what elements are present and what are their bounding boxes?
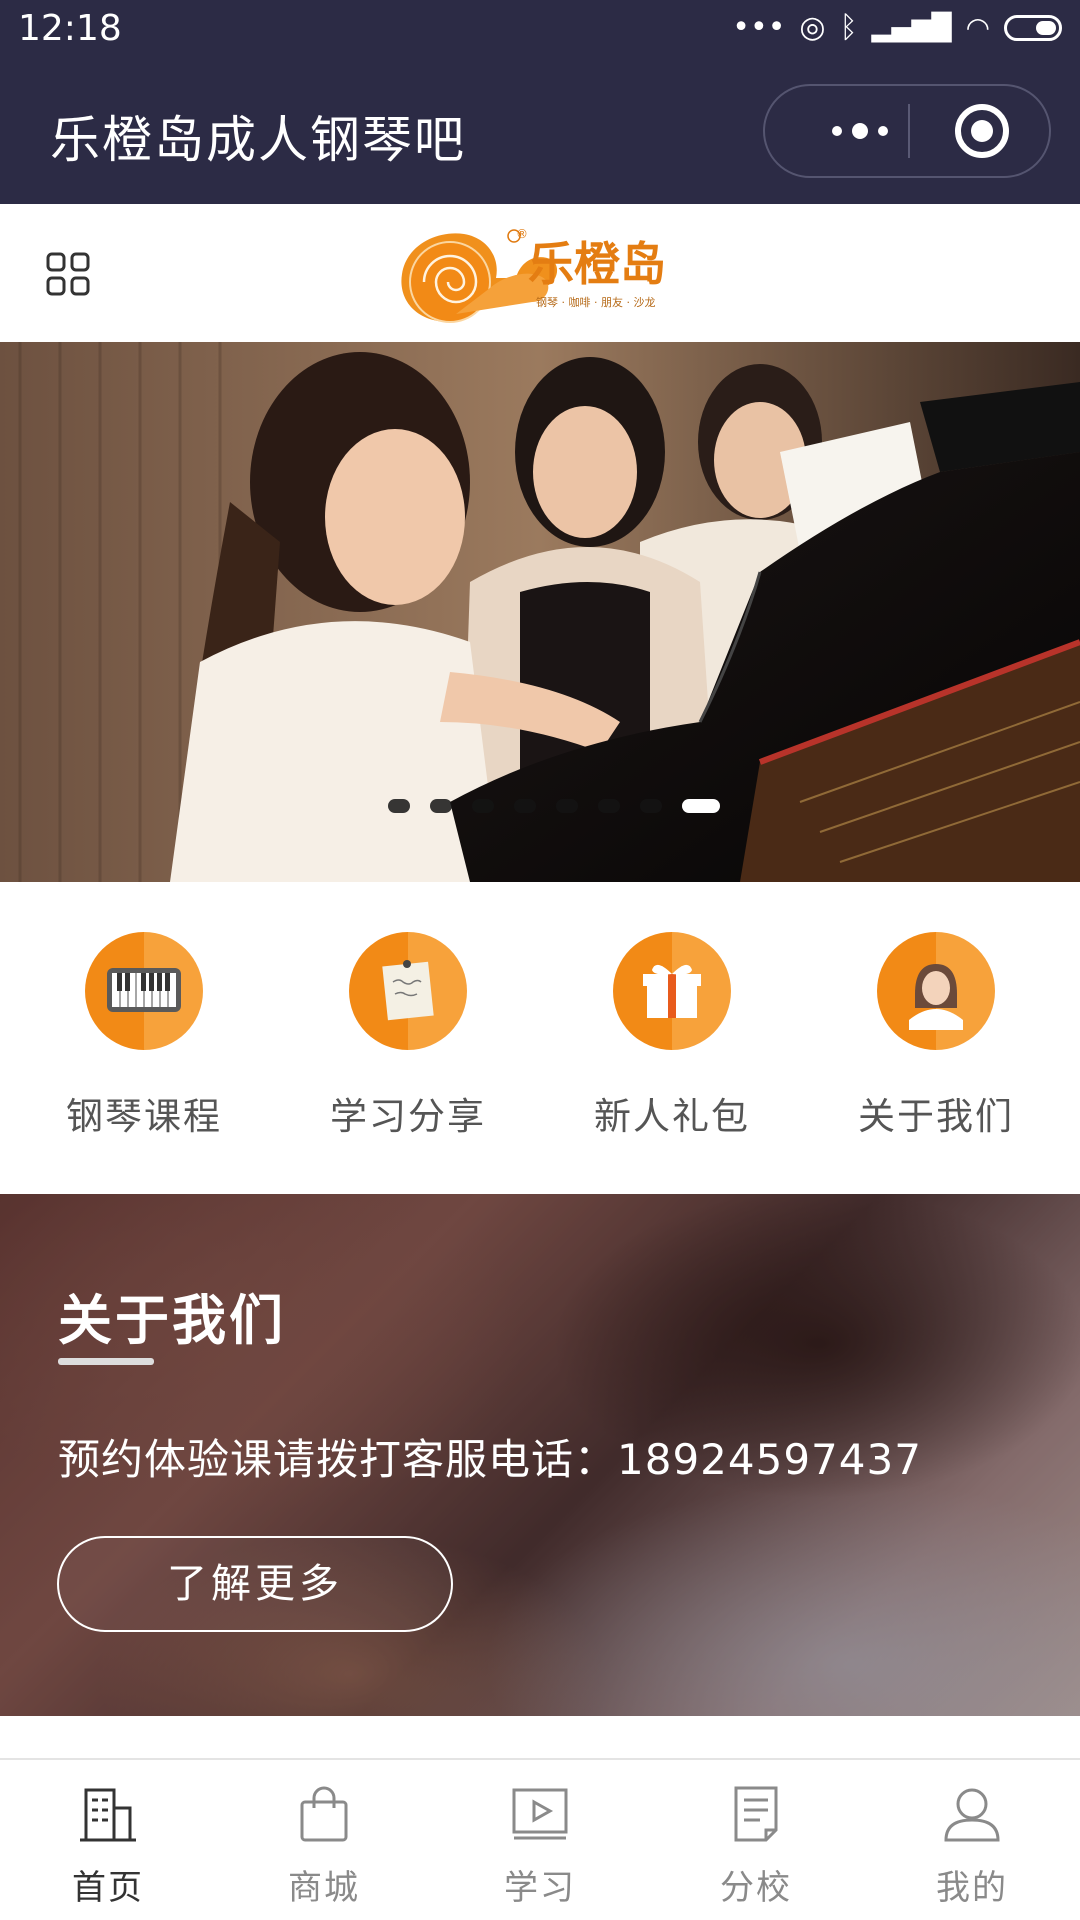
target-circle-icon[interactable]	[955, 104, 1009, 158]
quick-nav-label: 新人礼包	[594, 1095, 750, 1138]
quick-nav-label: 学习分享	[330, 1095, 486, 1138]
quick-nav-label: 钢琴课程	[66, 1095, 222, 1138]
logo-name: 乐橙岛	[528, 237, 666, 291]
note-paper-icon	[349, 932, 467, 1050]
section-title: 关于我们	[58, 1289, 286, 1352]
status-icons: ••• ◎ ᛒ ▂▄▆█ ◠	[732, 10, 1062, 45]
contact-text: 预约体验课请拨打客服电话：18924597437	[58, 1435, 922, 1484]
document-icon	[734, 1786, 778, 1842]
quick-nav-piano-course[interactable]: 钢琴课程	[12, 932, 276, 1140]
about-section: 关于我们 预约体验课请拨打客服电话：18924597437 了解更多	[0, 1194, 1080, 1716]
quick-nav-about-us[interactable]: 关于我们	[804, 932, 1068, 1140]
title-underline	[58, 1358, 154, 1365]
tab-label: 首页	[72, 1868, 144, 1908]
more-dots-icon: •••	[732, 10, 786, 45]
pager-dot[interactable]	[514, 799, 536, 813]
building-icon	[80, 1788, 136, 1842]
tab-home[interactable]: 首页	[0, 1782, 216, 1909]
header: 乐橙岛 钢琴 · 咖啡 · 朋友 · 沙龙 ®	[0, 204, 1080, 342]
tab-study[interactable]: 学习	[432, 1782, 648, 1909]
hotspot-icon: ◎	[799, 10, 826, 45]
bluetooth-icon: ᛒ	[839, 10, 858, 45]
pager-dot[interactable]	[430, 799, 452, 813]
quick-nav: 钢琴课程 学习分享 新人礼包 关于我们	[0, 882, 1080, 1194]
learn-more-button[interactable]: 了解更多	[57, 1536, 453, 1632]
pager-dot[interactable]	[388, 799, 410, 813]
logo-tagline: 钢琴 · 咖啡 · 朋友 · 沙龙	[536, 295, 655, 309]
tab-label: 学习	[504, 1868, 576, 1908]
pager-dot[interactable]	[598, 799, 620, 813]
tab-label: 我的	[936, 1868, 1008, 1908]
tab-label: 商城	[288, 1868, 360, 1908]
tab-mine[interactable]: 我的	[864, 1782, 1080, 1909]
battery-icon	[1004, 14, 1062, 41]
person-avatar-icon	[877, 932, 995, 1050]
pager-dot[interactable]	[556, 799, 578, 813]
hd-signal-icon: ▂▄▆█	[871, 12, 952, 43]
banner-carousel[interactable]	[0, 342, 1080, 882]
user-icon	[944, 1788, 1000, 1842]
quick-nav-study-share[interactable]: 学习分享	[276, 932, 540, 1140]
video-play-icon	[512, 1788, 568, 1840]
tab-mall[interactable]: 商城	[216, 1782, 432, 1909]
mini-program-title-bar: 乐橙岛成人钢琴吧	[0, 62, 1080, 204]
tab-bar: 首页 商城 学习 分校 我的	[0, 1758, 1080, 1920]
content-continuation	[0, 1716, 1080, 1758]
gift-box-icon	[613, 932, 731, 1050]
status-time: 12:18	[18, 8, 122, 49]
shopping-bag-icon	[300, 1786, 348, 1842]
more-dots-icon[interactable]	[805, 86, 915, 176]
pager-dot-active[interactable]	[682, 799, 720, 813]
piano-keys-icon	[85, 932, 203, 1050]
capsule-divider	[908, 104, 910, 158]
carousel-pager	[0, 799, 1080, 813]
wifi-icon: ◠	[965, 11, 990, 44]
registered-mark: ®	[516, 227, 528, 241]
status-bar: 12:18 ••• ◎ ᛒ ▂▄▆█ ◠	[0, 0, 1080, 62]
pager-dot[interactable]	[472, 799, 494, 813]
quick-nav-label: 关于我们	[858, 1095, 1014, 1138]
pager-dot[interactable]	[640, 799, 662, 813]
grid-menu-icon[interactable]	[46, 252, 90, 296]
tab-label: 分校	[720, 1868, 792, 1908]
tab-branch[interactable]: 分校	[648, 1782, 864, 1909]
page-title: 乐橙岛成人钢琴吧	[50, 111, 466, 169]
brand-logo: 乐橙岛 钢琴 · 咖啡 · 朋友 · 沙龙 ®	[401, 227, 666, 323]
quick-nav-newcomer-gift[interactable]: 新人礼包	[540, 932, 804, 1140]
capsule-menu	[763, 84, 1051, 178]
